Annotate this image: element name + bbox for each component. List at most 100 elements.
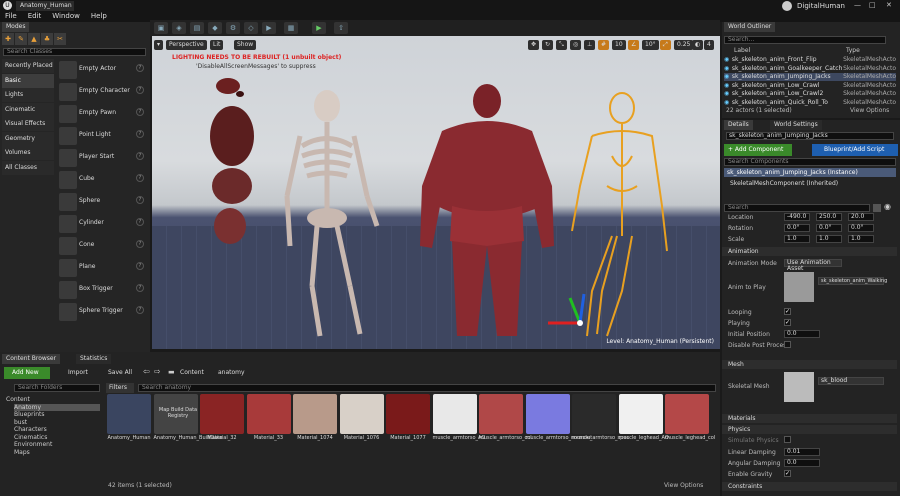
help-icon[interactable]: ? (136, 262, 144, 270)
menu-help[interactable]: Help (91, 12, 107, 20)
landscape-mode-icon[interactable]: ▲ (28, 33, 40, 45)
help-icon[interactable]: ? (136, 86, 144, 94)
outliner-col-type[interactable]: Type (846, 47, 860, 54)
folder-environment[interactable]: Environment (14, 441, 52, 448)
visibility-icon[interactable]: ◉ (724, 99, 730, 106)
content-view-options[interactable]: View Options (664, 482, 703, 489)
outliner-view-options[interactable]: View Options (850, 107, 889, 114)
outliner-row[interactable]: ◉ sk_skeleton_anim_Jumping_Jacks Skeletal… (724, 73, 896, 81)
anim-to-play-select[interactable]: sk_skeleton_anim_Walking (818, 277, 887, 285)
visibility-icon[interactable]: ◉ (724, 82, 730, 89)
place-item-cylinder[interactable]: Cylinder? (57, 213, 147, 235)
asset-tile[interactable]: muscle_armtorso_normout (525, 394, 592, 450)
place-mode-icon[interactable]: ✚ (2, 33, 14, 45)
category-geometry[interactable]: Geometry (2, 131, 54, 146)
outliner-search-input[interactable]: Search... (724, 36, 886, 44)
folder-maps[interactable]: Maps (14, 449, 30, 456)
category-recently-placed[interactable]: Recently Placed (2, 59, 54, 73)
enable-gravity-checkbox[interactable]: ✓ (784, 470, 791, 477)
content-browser-tab[interactable]: Content Browser (2, 354, 61, 364)
asset-tile[interactable]: muscle_leghead_AO (618, 394, 669, 450)
asset-tile[interactable]: Anatomy_Human_BuiltData (153, 394, 222, 450)
add-component-button[interactable]: + Add Component (724, 144, 792, 156)
asset-tile[interactable]: Anatomy_Human (107, 394, 151, 450)
simulate-physics-checkbox[interactable] (784, 436, 791, 443)
save-icon[interactable]: ▣ (154, 22, 168, 34)
mesh-thumbnail[interactable] (784, 372, 814, 402)
folder-characters[interactable]: Characters (14, 426, 47, 433)
statistics-tab[interactable]: Statistics (76, 354, 112, 364)
play-icon[interactable]: ▶ (312, 22, 326, 34)
geometry-mode-icon[interactable]: ✂ (54, 33, 66, 45)
help-icon[interactable]: ? (136, 196, 144, 204)
eye-icon[interactable]: ◉ (884, 202, 891, 211)
foliage-mode-icon[interactable]: ♣ (41, 33, 53, 45)
cinematics-icon[interactable]: ▶ (262, 22, 276, 34)
search-assets-input[interactable]: Search anatomy (138, 384, 716, 392)
category-basic[interactable]: Basic (2, 73, 54, 88)
filters-button[interactable]: Filters (106, 383, 134, 393)
help-icon[interactable]: ? (136, 240, 144, 248)
category-all-classes[interactable]: All Classes (2, 160, 54, 175)
scale-x[interactable]: 1.0 (784, 235, 810, 243)
search-folders-input[interactable]: Search Folders (14, 384, 100, 392)
help-icon[interactable]: ? (136, 152, 144, 160)
folder-anatomy[interactable]: Anatomy (14, 403, 100, 411)
search-components-input[interactable]: Search Components (724, 158, 896, 166)
folder-cinematics[interactable]: Cinematics (14, 434, 47, 441)
angular-damping-field[interactable]: 0.0 (784, 459, 820, 467)
property-matrix-icon[interactable] (873, 204, 881, 212)
close-button[interactable]: ✕ (886, 1, 892, 9)
paint-mode-icon[interactable]: ✎ (15, 33, 27, 45)
constraints-section[interactable]: Constraints (722, 482, 897, 491)
outliner-row[interactable]: ◉ sk_skeleton_anim_Quick_Roll_To Skeletal… (724, 99, 896, 107)
transform-gizmo-icon[interactable] (548, 293, 586, 326)
help-icon[interactable]: ? (136, 108, 144, 116)
anim-thumbnail[interactable] (784, 272, 814, 302)
search-classes-input[interactable]: Search Classes (3, 48, 146, 56)
materials-section[interactable]: Materials (722, 414, 897, 423)
scale-z[interactable]: 1.0 (848, 235, 874, 243)
help-icon[interactable]: ? (136, 64, 144, 72)
back-arrow-icon[interactable]: ⇦ (143, 367, 150, 376)
rotation-x[interactable]: 0.0° (784, 224, 810, 232)
disable-post-process-checkbox[interactable] (784, 341, 791, 348)
playing-checkbox[interactable]: ✓ (784, 319, 791, 326)
asset-tile[interactable]: Material_32 (200, 394, 244, 450)
animation-section[interactable]: Animation (722, 247, 897, 256)
help-icon[interactable]: ? (136, 218, 144, 226)
animation-mode-select[interactable]: Use Animation Asset (784, 259, 842, 272)
asset-tile[interactable]: Material_1077 (386, 394, 430, 450)
visibility-icon[interactable]: ◉ (724, 65, 730, 72)
location-x[interactable]: -490.0 (784, 213, 810, 221)
build-icon[interactable]: ▦ (284, 22, 298, 34)
linear-damping-field[interactable]: 0.01 (784, 448, 820, 456)
category-visual-effects[interactable]: Visual Effects (2, 117, 54, 131)
location-y[interactable]: 250.0 (816, 213, 842, 221)
asset-tile[interactable]: Material_33 (246, 394, 291, 450)
maximize-button[interactable]: □ (869, 1, 876, 9)
level-tab[interactable]: Anatomy_Human (16, 1, 74, 11)
level-viewport[interactable]: ▾ Perspective Lit Show ✥ ↻ ⤡ ◎ ⊥ # 10 ∠ … (152, 36, 720, 349)
folder-content[interactable]: Content (6, 396, 30, 403)
menu-window[interactable]: Window (52, 12, 80, 20)
help-icon[interactable]: ? (136, 306, 144, 314)
place-item-sphere[interactable]: Sphere? (57, 191, 147, 213)
asset-tile[interactable]: muscle_armtorso_col (479, 394, 532, 450)
import-button[interactable]: Import (58, 367, 94, 379)
source-control-icon[interactable]: ◈ (172, 22, 186, 34)
location-z[interactable]: 20.0 (848, 213, 874, 221)
mesh-section[interactable]: Mesh (722, 360, 897, 369)
details-search-input[interactable]: Search (724, 204, 870, 212)
outliner-row[interactable]: ◉ sk_skeleton_anim_Low_Crawl SkeletalMesh… (724, 82, 896, 90)
forward-arrow-icon[interactable]: ⇨ (154, 367, 161, 376)
modes-tab[interactable]: Modes (2, 22, 30, 32)
instance-row[interactable]: sk_skeleton_anim_Jumping_Jacks (Instance… (724, 168, 896, 177)
rotation-z[interactable]: 0.0° (848, 224, 874, 232)
category-volumes[interactable]: Volumes (2, 146, 54, 160)
place-item-empty-character[interactable]: Empty Character? (57, 81, 147, 103)
asset-tile[interactable]: Material_1074 (293, 394, 337, 450)
blueprints-icon[interactable]: ◇ (244, 22, 258, 34)
help-icon[interactable]: ? (136, 130, 144, 138)
place-item-point-light[interactable]: Point Light? (57, 125, 147, 147)
